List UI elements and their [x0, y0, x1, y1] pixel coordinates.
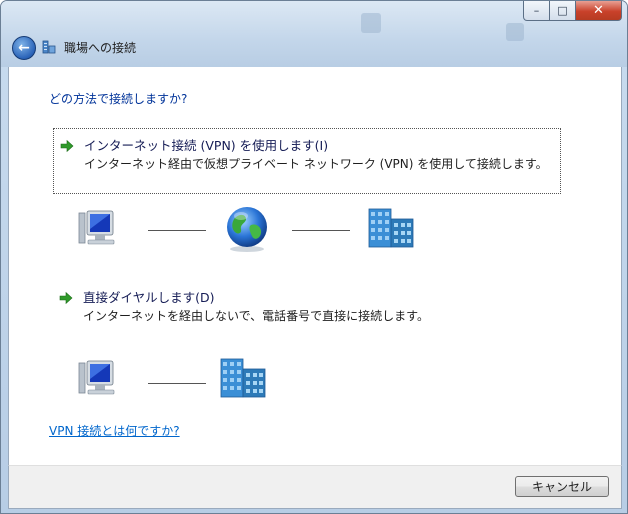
window-controls: – □ ✕	[523, 1, 622, 21]
background-glass-artifact	[361, 13, 381, 33]
globe-icon	[227, 207, 267, 252]
background-glass-artifact	[506, 23, 524, 41]
close-button[interactable]: ✕	[576, 1, 622, 21]
option-direct-dial-description: インターネットを経由しないで、電話番号で直接に接続します。	[83, 309, 429, 323]
option-vpn-description: インターネット経由で仮想プライベート ネットワーク (VPN) を使用して接続し…	[84, 157, 548, 171]
help-link-vpn[interactable]: VPN 接続とは何ですか?	[49, 422, 180, 439]
cancel-button[interactable]: キャンセル	[515, 476, 609, 497]
maximize-button[interactable]: □	[550, 1, 576, 21]
option-vpn[interactable]: インターネット接続 (VPN) を使用します(I) インターネット経由で仮想プラ…	[53, 128, 561, 194]
option-direct-dial[interactable]: 直接ダイヤルします(D) インターネットを経由しないで、電話番号で直接に接続しま…	[59, 289, 539, 329]
computer-icon	[78, 210, 115, 245]
wizard-window: – □ ✕ ← 職場への接続 どの方法で接続しますか? インターネット接続 (V…	[0, 0, 628, 514]
page-question: どの方法で接続しますか?	[49, 92, 188, 106]
minimize-button[interactable]: –	[523, 1, 550, 21]
connection-line	[148, 230, 206, 231]
green-arrow-icon	[60, 139, 74, 153]
direct-dial-diagram	[69, 355, 289, 405]
wizard-footer: キャンセル	[8, 465, 622, 509]
wizard-content: どの方法で接続しますか? インターネット接続 (VPN) を使用します(I) イ…	[8, 67, 622, 465]
connection-line	[148, 383, 206, 384]
back-arrow-icon: ←	[18, 40, 30, 56]
title-bar[interactable]: – □ ✕ ← 職場への接続	[1, 1, 627, 67]
wizard-title: 職場への接続	[64, 41, 137, 55]
vpn-diagram	[69, 205, 429, 255]
back-button[interactable]: ←	[12, 36, 36, 60]
green-arrow-icon	[59, 291, 73, 305]
office-building-icon	[368, 208, 414, 248]
option-vpn-title: インターネット接続 (VPN) を使用します(I)	[84, 138, 329, 153]
network-connection-icon	[42, 40, 56, 54]
computer-icon	[78, 360, 115, 395]
option-direct-dial-title: 直接ダイヤルします(D)	[83, 290, 215, 305]
connection-line	[292, 230, 350, 231]
office-building-icon	[220, 358, 266, 398]
